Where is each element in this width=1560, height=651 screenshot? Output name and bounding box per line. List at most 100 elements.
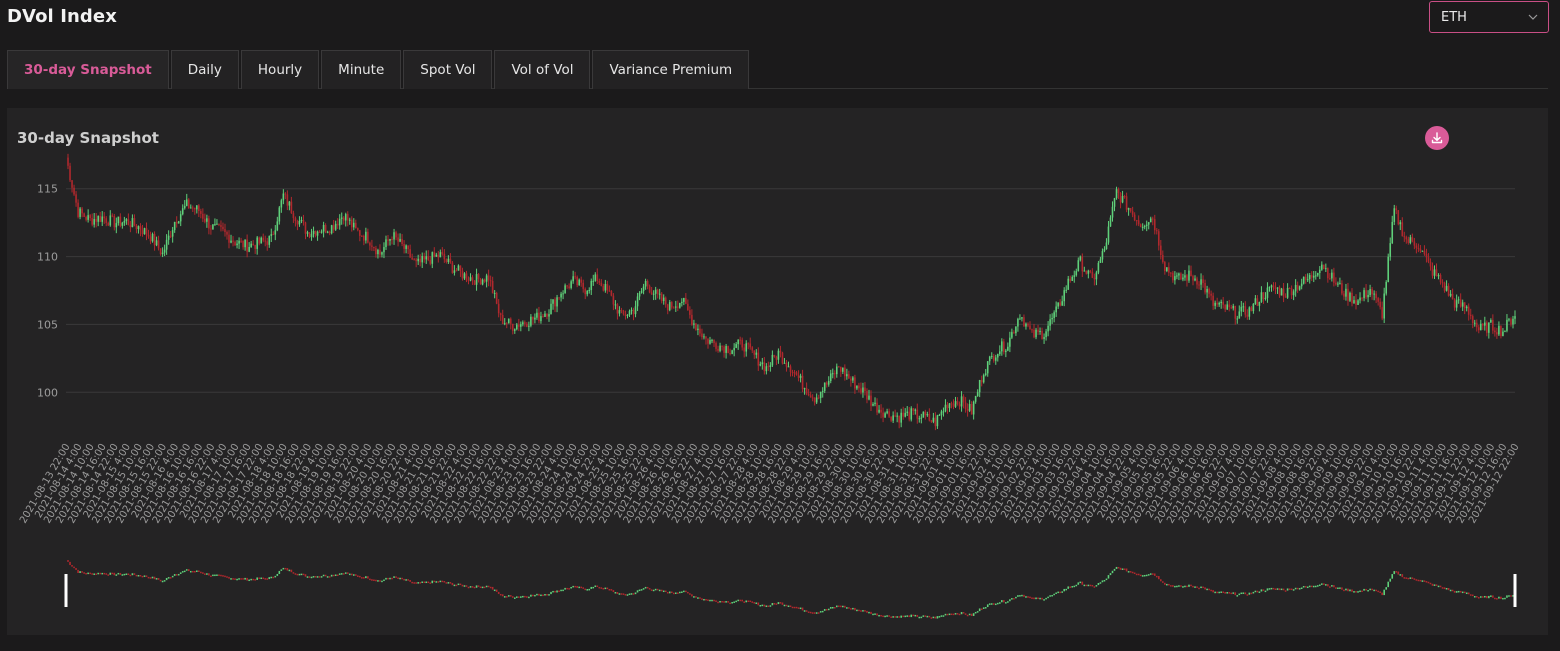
candle-body bbox=[397, 237, 399, 242]
candle-body bbox=[95, 219, 97, 222]
navigator-candle bbox=[1469, 594, 1472, 596]
candle-body bbox=[298, 220, 301, 225]
candle-body bbox=[1268, 286, 1271, 288]
candle-body bbox=[950, 403, 953, 405]
navigator-candle bbox=[443, 581, 446, 583]
candle-body bbox=[499, 313, 502, 315]
candle-body bbox=[1349, 292, 1351, 301]
navigator-candle bbox=[497, 591, 500, 594]
candle-body bbox=[1331, 272, 1333, 279]
candle-body bbox=[1318, 269, 1321, 274]
candle-body bbox=[1435, 269, 1438, 277]
navigator-candle bbox=[346, 572, 349, 574]
navigator-candle bbox=[149, 577, 152, 579]
candle-body bbox=[1121, 196, 1124, 203]
navigator-candle bbox=[1484, 595, 1486, 598]
candle-body bbox=[1494, 330, 1496, 333]
navigator-candle bbox=[1162, 581, 1164, 583]
navigator-candle bbox=[198, 570, 200, 572]
candle-body bbox=[1115, 189, 1118, 199]
navigator-candle bbox=[761, 604, 764, 607]
candle-body bbox=[624, 313, 627, 317]
tab-spot-vol[interactable]: Spot Vol bbox=[403, 50, 493, 89]
candle-body bbox=[1013, 332, 1015, 334]
navigator-candle bbox=[1254, 590, 1257, 593]
navigator-candle bbox=[767, 605, 770, 607]
navigator-candle bbox=[1123, 568, 1126, 570]
candle-body bbox=[403, 243, 405, 249]
navigator-candle bbox=[691, 594, 693, 597]
navigator-candle bbox=[912, 614, 915, 617]
candle-body bbox=[473, 280, 476, 285]
navigator-candle bbox=[248, 579, 250, 582]
navigator-candle bbox=[75, 568, 77, 570]
navigator-candle bbox=[878, 614, 880, 617]
navigator-candle bbox=[1194, 586, 1196, 588]
navigator-candle bbox=[1475, 596, 1478, 598]
candle-body bbox=[1045, 331, 1047, 338]
candle-body bbox=[894, 415, 896, 417]
navigator-candle bbox=[1415, 579, 1418, 581]
navigator-candle bbox=[465, 585, 468, 587]
navigator-handle-right[interactable] bbox=[1513, 574, 1517, 607]
navigator-candle bbox=[848, 607, 850, 609]
candle-body bbox=[801, 375, 804, 390]
candle-body bbox=[562, 293, 564, 295]
candle-body bbox=[1459, 299, 1462, 307]
candlestick-chart[interactable]: 1001051101152021-08-13 22:002021-08-14 4… bbox=[7, 108, 1548, 635]
candle-body bbox=[833, 373, 836, 375]
candle-body bbox=[1067, 278, 1070, 290]
navigator-candle bbox=[395, 576, 397, 578]
navigator-candle bbox=[880, 614, 882, 617]
asset-select[interactable]: ETH bbox=[1429, 1, 1549, 33]
candle-body bbox=[91, 218, 93, 225]
candle-body bbox=[171, 230, 174, 237]
candle-body bbox=[930, 420, 933, 422]
candle-body bbox=[1335, 282, 1337, 285]
candle-body bbox=[1500, 325, 1502, 337]
candle-body bbox=[415, 259, 417, 262]
download-button[interactable] bbox=[1425, 126, 1449, 150]
navigator-candle bbox=[739, 599, 741, 602]
navigator-candle bbox=[175, 574, 178, 576]
tab-variance-premium[interactable]: Variance Premium bbox=[592, 50, 750, 89]
candle-body bbox=[620, 310, 623, 312]
candle-body bbox=[1355, 300, 1357, 305]
navigator-candle bbox=[342, 573, 345, 575]
tab-vol-of-vol[interactable]: Vol of Vol bbox=[494, 50, 591, 89]
candle-body bbox=[1069, 278, 1072, 281]
candle-body bbox=[592, 280, 595, 282]
navigator-candle bbox=[1210, 589, 1212, 592]
navigator-candle bbox=[664, 590, 667, 593]
navigator-candle bbox=[791, 606, 794, 609]
navigator-candle bbox=[244, 577, 246, 580]
navigator-candle bbox=[1011, 598, 1013, 600]
candle-body bbox=[598, 281, 601, 283]
candle-body bbox=[87, 215, 89, 220]
candle-body bbox=[270, 234, 273, 237]
navigator-candle bbox=[866, 610, 868, 613]
navigator-handle-left[interactable] bbox=[64, 574, 68, 607]
candle-body bbox=[196, 205, 198, 210]
navigator-candle bbox=[377, 580, 379, 582]
candle-body bbox=[1437, 275, 1440, 277]
navigator-candle bbox=[1075, 584, 1078, 587]
navigator-candle bbox=[538, 593, 540, 596]
candle-body bbox=[393, 232, 395, 240]
navigator-candle bbox=[703, 598, 705, 601]
tab-minute[interactable]: Minute bbox=[321, 50, 402, 89]
navigator-candle bbox=[1119, 567, 1122, 570]
navigator-candle bbox=[127, 573, 130, 575]
candle-body bbox=[918, 418, 921, 420]
candle-body bbox=[880, 409, 882, 413]
navigator-candle bbox=[252, 578, 254, 581]
candle-body bbox=[1059, 302, 1061, 306]
navigator-candle bbox=[145, 575, 148, 577]
tab-daily[interactable]: Daily bbox=[170, 50, 239, 89]
candle-body bbox=[518, 324, 520, 327]
navigator-candle bbox=[1045, 597, 1047, 600]
tab-hourly[interactable]: Hourly bbox=[240, 50, 320, 89]
candle-body bbox=[699, 328, 701, 334]
candle-body bbox=[167, 235, 170, 240]
tab-30-day-snapshot[interactable]: 30-day Snapshot bbox=[7, 50, 169, 89]
